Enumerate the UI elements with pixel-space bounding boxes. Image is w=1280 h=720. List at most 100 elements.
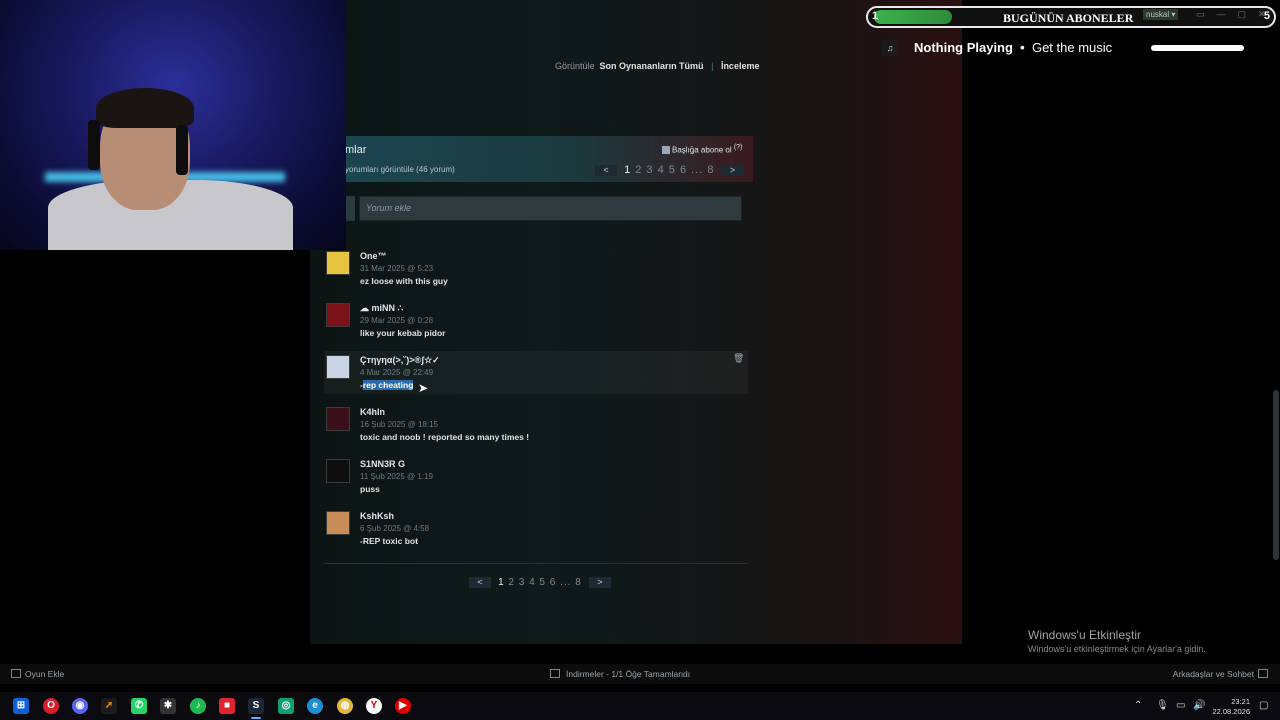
- top-links: Görüntüle Son Oynananların Tümü | İncele…: [555, 61, 759, 71]
- avatar[interactable]: [326, 459, 350, 483]
- downloads-label: İndirmeler - 1/1 Öğe Tamamlandı: [566, 669, 691, 679]
- opera-icon[interactable]: O: [43, 698, 59, 714]
- scrollbar-thumb[interactable]: [1273, 390, 1279, 560]
- comments-header: mlar yorumları görüntüle (46 yorum) Başl…: [345, 136, 753, 182]
- network-icon[interactable]: ▭: [1176, 700, 1185, 711]
- pager-top: < 1 2 3 4 5 6 ... 8 >: [595, 164, 744, 176]
- comment-date: 4 Mar 2025 @ 22:49: [360, 368, 434, 377]
- comment-date: 31 Mar 2025 @ 5:23: [360, 264, 434, 273]
- plus-icon: [11, 669, 21, 678]
- music-note-icon: ♫: [882, 40, 898, 56]
- selected-text: rep cheating: [362, 380, 414, 390]
- comment-date: 11 Şub 2025 @ 1:19: [360, 472, 433, 481]
- subscribe-label: Başlığa abone ol: [672, 145, 732, 155]
- comment-item: K4hIn 16 Şub 2025 @ 18:15 toxic and noob…: [324, 407, 748, 453]
- avatar[interactable]: [326, 511, 350, 535]
- comment-date: 16 Şub 2025 @ 18:15: [360, 420, 438, 429]
- now-playing-sub: Get the music: [1031, 40, 1113, 55]
- comment-date: 6 Şub 2025 @ 4:58: [360, 524, 430, 533]
- friends-chat-button[interactable]: Arkadaşlar ve Sohbet: [1173, 669, 1268, 679]
- link-separator: |: [711, 61, 714, 71]
- chrome-icon[interactable]: ◍: [337, 698, 353, 714]
- comment-author[interactable]: ☁ miNN ∴: [360, 303, 403, 314]
- xbox-icon[interactable]: ◎: [278, 698, 294, 714]
- avatar[interactable]: [326, 407, 350, 431]
- clock-time: 23:21: [1231, 697, 1250, 706]
- steam-bottom-bar: Oyun Ekle İndirmeler - 1/1 Öğe Tamamland…: [0, 664, 1280, 684]
- steam-user-menu[interactable]: nuskal ▾: [1143, 9, 1179, 20]
- comment-text: -rep cheating: [360, 380, 414, 390]
- streamer-hair: [96, 88, 194, 128]
- comment-input-row: Yorum ekle: [344, 196, 743, 221]
- comment-text: ez loose with this guy: [360, 276, 448, 286]
- headphone-right: [176, 125, 188, 175]
- pager-pages[interactable]: 1 2 3 4 5 6 ... 8: [624, 164, 714, 176]
- microphone-icon[interactable]: 🎙: [1156, 700, 1169, 711]
- view-label: Görüntüle: [555, 61, 595, 71]
- tool-icon[interactable]: ✱: [160, 698, 176, 714]
- add-game-label: Oyun Ekle: [25, 669, 65, 679]
- yandex-icon[interactable]: Y: [366, 698, 382, 714]
- pager-other-pages[interactable]: 2 3 4 5 6 ... 8: [635, 164, 714, 176]
- taskbar-clock[interactable]: 23:21 22.08.2026: [1212, 697, 1250, 717]
- review-link[interactable]: İnceleme: [721, 61, 760, 71]
- whatsapp-icon[interactable]: ✆: [131, 698, 147, 714]
- comment-item: Çтηγηα(>,˘)>®ʃ☆✓ 4 Mar 2025 @ 22:49 -rep…: [324, 351, 748, 394]
- edge-icon[interactable]: e: [307, 698, 323, 714]
- app-red-icon[interactable]: ■: [219, 698, 235, 714]
- active-app-indicator: [251, 717, 261, 719]
- subs-title: BUGÜNÜN ABONELER: [1003, 11, 1134, 25]
- comment-text: toxic and noob ! reported so many times …: [360, 432, 530, 442]
- comment-text: puss: [360, 484, 380, 494]
- pager-next-button[interactable]: >: [588, 576, 611, 588]
- comments-divider: [324, 563, 748, 564]
- help-icon[interactable]: (?): [734, 144, 743, 151]
- pager-other-pages[interactable]: 2 3 4 5 6 ... 8: [508, 577, 581, 588]
- recent-games-link[interactable]: Son Oynananların Tümü: [600, 61, 704, 71]
- youtube-icon[interactable]: ▶: [395, 698, 411, 714]
- tray-chevron-icon[interactable]: ⌃: [1134, 700, 1142, 711]
- comment-author[interactable]: One™: [360, 251, 387, 261]
- discord-icon[interactable]: ◉: [72, 698, 88, 714]
- pager-current: 1: [498, 577, 505, 588]
- pager-next-button[interactable]: >: [721, 164, 744, 176]
- comment-text: -REP toxic bot: [360, 536, 418, 546]
- download-icon: [550, 669, 560, 678]
- windows-taskbar: ⊞ O ◉ ➚ ✆ ✱ ♪ ■ S ◎ e ◍ Y ▶ ⌃ 🎙 ▭ 🔊 23:2…: [0, 692, 1280, 720]
- steam-right-empty: [962, 0, 1280, 644]
- pager-bottom: < 1 2 3 4 5 6 ... 8 >: [469, 576, 611, 588]
- pager-pages[interactable]: 1 2 3 4 5 6 ... 8: [498, 577, 582, 588]
- comment-input[interactable]: Yorum ekle: [359, 196, 742, 221]
- windows-start-icon[interactable]: ⊞: [13, 698, 29, 714]
- now-playing: Nothing Playing • Get the music: [914, 40, 1113, 55]
- add-game-button[interactable]: Oyun Ekle: [11, 669, 64, 679]
- friends-label: Arkadaşlar ve Sohbet: [1172, 669, 1254, 679]
- downloads-button[interactable]: İndirmeler - 1/1 Öğe Tamamlandı: [550, 669, 690, 679]
- avatar[interactable]: [326, 251, 350, 275]
- app-arrow-icon[interactable]: ➚: [101, 698, 117, 714]
- comments-title: mlar: [345, 144, 367, 156]
- comment-author[interactable]: KshKsh: [360, 511, 394, 521]
- trash-icon[interactable]: 🗑: [733, 353, 744, 363]
- subs-current: 1: [872, 10, 879, 22]
- comment-author[interactable]: K4hIn: [360, 407, 385, 417]
- comment-item: S1NN3R G 11 Şub 2025 @ 1:19 puss: [324, 459, 748, 505]
- checkbox-icon[interactable]: [662, 145, 670, 154]
- comment-author[interactable]: Çтηγηα(>,˘)>®ʃ☆✓: [360, 355, 440, 366]
- spotify-icon[interactable]: ♪: [190, 698, 206, 714]
- steam-icon[interactable]: S: [248, 698, 264, 714]
- activate-subtitle: Windows'u etkinleştirmek için Ayarlar'a …: [1028, 644, 1206, 654]
- view-all-comments-link[interactable]: yorumları görüntüle (46 yorum): [345, 165, 455, 174]
- comment-item: KshKsh 6 Şub 2025 @ 4:58 -REP toxic bot: [324, 511, 748, 557]
- window-controls[interactable]: ▭—▢✕: [1196, 9, 1278, 20]
- pager-prev-button[interactable]: <: [469, 576, 491, 588]
- speaker-icon[interactable]: 🔊: [1193, 700, 1205, 711]
- avatar[interactable]: [326, 355, 350, 379]
- pager-prev-button[interactable]: <: [595, 164, 617, 176]
- headphone-left: [88, 120, 100, 170]
- notification-icon[interactable]: ▢: [1259, 700, 1268, 711]
- subscribe-checkbox[interactable]: Başlığa abone ol (?): [662, 144, 742, 155]
- windows-activate-watermark: Windows'u Etkinleştir Windows'u etkinleş…: [1028, 628, 1206, 654]
- comment-author[interactable]: S1NN3R G: [360, 459, 405, 469]
- avatar[interactable]: [326, 303, 350, 327]
